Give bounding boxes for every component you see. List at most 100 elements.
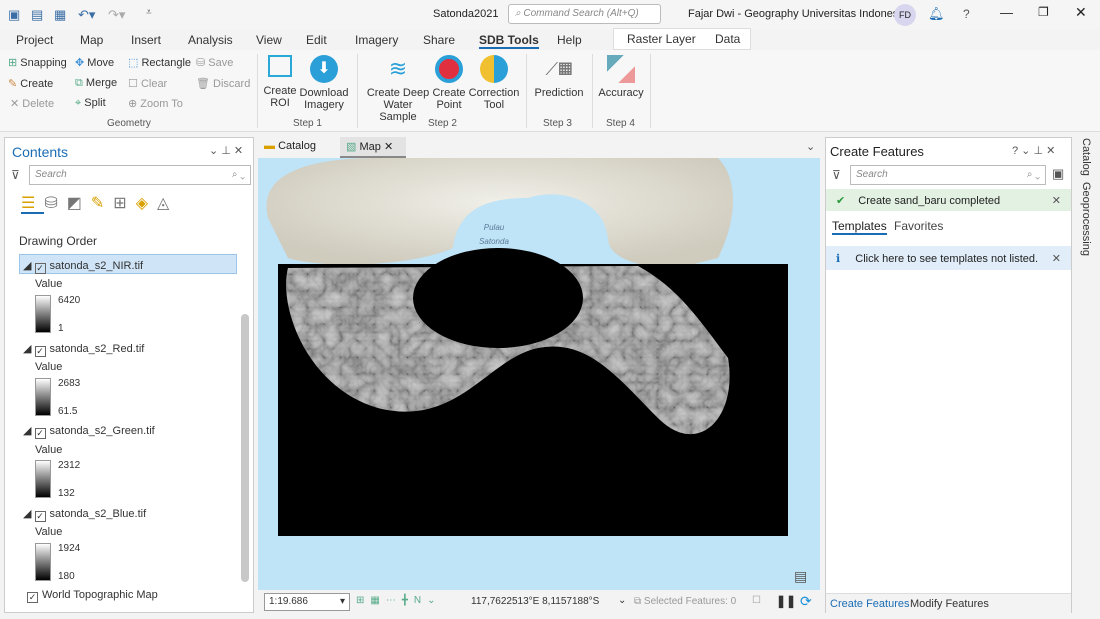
layer-checkbox[interactable]: ✓: [27, 592, 38, 603]
rectangle-button[interactable]: ⬚ Rectangle: [128, 56, 191, 69]
tab-label: Map: [359, 141, 381, 153]
expand-icon[interactable]: ◢: [23, 425, 31, 437]
tab-map[interactable]: Map: [80, 33, 103, 47]
create-button[interactable]: ✎ Create: [8, 77, 53, 90]
minimize-icon[interactable]: —: [1000, 5, 1013, 20]
refresh-settings-icon[interactable]: ☐: [752, 595, 761, 606]
tab-view[interactable]: View: [256, 33, 282, 47]
expand-icon[interactable]: ◢: [23, 508, 31, 520]
labeling-icon[interactable]: ◈: [136, 195, 157, 212]
tab-raster-layer[interactable]: Raster Layer: [627, 32, 696, 46]
drawing-order-icon[interactable]: ☰: [21, 195, 45, 214]
snapping-list-icon[interactable]: ⊞: [113, 195, 135, 212]
zoom-to-button[interactable]: ⊕ Zoom To: [128, 97, 183, 110]
tab-edit[interactable]: Edit: [306, 33, 327, 47]
close-icon[interactable]: ✕: [1075, 4, 1087, 21]
save-edits-button[interactable]: ⛁ Save: [196, 56, 233, 69]
prediction-button[interactable]: ⟋▦ Prediction: [533, 55, 585, 99]
move-button[interactable]: ✥ Move: [75, 56, 114, 69]
title-bar: ▣ ▤ ▦ ↶▾ ↷▾ ⩡ Satonda2021 ⌕ Command Sear…: [0, 0, 1100, 30]
manage-templates-icon[interactable]: ▣: [1052, 166, 1064, 182]
merge-button[interactable]: ⧉ Merge: [75, 77, 117, 90]
layer-checkbox[interactable]: ✓: [34, 346, 46, 357]
editing-icon[interactable]: ✎: [91, 195, 113, 212]
create-deep-water-sample-button[interactable]: ≋ Create Deep Water Sample: [365, 55, 431, 123]
correction-tool-button[interactable]: Correction Tool: [468, 55, 520, 111]
download-imagery-button[interactable]: ⬇ Download Imagery: [298, 55, 350, 111]
tab-create-features[interactable]: Create Features: [830, 598, 909, 610]
scale-selector[interactable]: 1:19.686 ▾: [264, 593, 350, 611]
tab-templates[interactable]: Templates: [832, 219, 887, 235]
view-tab-catalog[interactable]: ▬ Catalog: [258, 137, 338, 157]
discard-button[interactable]: 🗑︎ Discard: [196, 77, 250, 90]
layer-checkbox[interactable]: ✓: [34, 428, 46, 439]
selection-icon[interactable]: ◩: [67, 195, 91, 212]
tab-analysis[interactable]: Analysis: [188, 33, 233, 47]
refresh-icon[interactable]: ⟳: [800, 593, 812, 610]
pane-options-icon[interactable]: ⌄ ⊥ ✕: [209, 144, 243, 157]
customize-icon[interactable]: ⩡: [146, 7, 152, 18]
side-tab-geoprocessing[interactable]: Geoprocessing: [1080, 182, 1092, 256]
data-source-icon[interactable]: ⛁: [44, 195, 66, 212]
restore-icon[interactable]: ❐: [1038, 5, 1049, 19]
filter-icon[interactable]: ⊽: [832, 168, 841, 182]
command-search-input[interactable]: ⌕ Command Search (Alt+Q): [508, 4, 661, 24]
selected-features[interactable]: ⧉ Selected Features: 0: [634, 596, 736, 607]
accuracy-button[interactable]: Accuracy: [598, 55, 644, 99]
clear-button[interactable]: ☐ Clear: [128, 77, 167, 90]
contents-search-input[interactable]: Search ⌕ ⌄: [29, 165, 251, 185]
undo-icon[interactable]: ↶▾: [78, 7, 95, 23]
create-point-button[interactable]: Create Point: [432, 55, 466, 111]
chart-icon[interactable]: ◬: [157, 195, 178, 212]
open-project-icon[interactable]: ▤: [31, 7, 43, 23]
tab-project[interactable]: Project: [16, 33, 53, 47]
side-tab-catalog[interactable]: Catalog: [1080, 138, 1092, 176]
map-tools-icons[interactable]: ⊞▦⋯╋N⌄: [356, 595, 441, 606]
accuracy-icon: [607, 55, 635, 83]
color-ramp: [35, 295, 51, 333]
tab-data[interactable]: Data: [715, 32, 740, 46]
layer-nir[interactable]: ◢ ✓ satonda_s2_NIR.tif: [23, 259, 143, 274]
tab-imagery[interactable]: Imagery: [355, 33, 398, 47]
layer-checkbox[interactable]: ✓: [34, 511, 46, 522]
save-project-icon[interactable]: ▦: [54, 7, 66, 23]
delete-button[interactable]: ✕ Delete: [10, 97, 54, 110]
split-button[interactable]: ⌖ Split: [75, 97, 106, 110]
dismiss-icon[interactable]: ✕: [1052, 252, 1061, 265]
roi-polygon-icon: [268, 55, 292, 77]
pause-icon[interactable]: ❚❚: [776, 594, 796, 608]
contents-scrollbar[interactable]: [241, 314, 249, 582]
layer-green[interactable]: ◢ ✓ satonda_s2_Green.tif: [23, 424, 155, 439]
layer-checkbox[interactable]: ✓: [34, 263, 46, 274]
coords-dropdown-icon[interactable]: ⌄: [618, 595, 626, 606]
layer-red[interactable]: ◢ ✓ satonda_s2_Red.tif: [23, 342, 144, 357]
tab-sdb-tools[interactable]: SDB Tools: [479, 33, 539, 49]
templates-info-bar[interactable]: ℹ Click here to see templates not listed…: [826, 246, 1071, 270]
tab-favorites[interactable]: Favorites: [894, 219, 943, 233]
notification-icon[interactable]: 🔔︎: [928, 6, 945, 22]
filter-icon[interactable]: ⊽: [11, 168, 20, 182]
dismiss-icon[interactable]: ✕: [1052, 194, 1061, 207]
close-tab-icon[interactable]: ✕: [384, 141, 393, 153]
layer-blue[interactable]: ◢ ✓ satonda_s2_Blue.tif: [23, 507, 146, 522]
redo-icon[interactable]: ↷▾: [108, 7, 125, 23]
expand-icon[interactable]: ◢: [23, 260, 31, 272]
create-label: Create: [20, 78, 54, 90]
tab-modify-features[interactable]: Modify Features: [910, 598, 989, 610]
view-overflow-icon[interactable]: ⌄: [806, 140, 815, 153]
new-project-icon[interactable]: ▣: [8, 7, 20, 23]
map-notes-icon[interactable]: ▤: [794, 568, 807, 585]
expand-icon[interactable]: ◢: [23, 343, 31, 355]
tab-help[interactable]: Help: [557, 33, 582, 47]
help-icon[interactable]: ?: [963, 7, 970, 21]
tab-share[interactable]: Share: [423, 33, 455, 47]
templates-search-input[interactable]: Search ⌕ ⌄: [850, 165, 1046, 185]
snapping-button[interactable]: ⊞ Snapping: [8, 56, 67, 69]
create-roi-button[interactable]: Create ROI: [262, 55, 298, 109]
map-view[interactable]: Pulau Satonda ▤: [258, 158, 820, 590]
tab-insert[interactable]: Insert: [131, 33, 161, 47]
avatar[interactable]: FD: [894, 4, 916, 26]
view-tab-map[interactable]: ▧ Map ✕: [340, 137, 406, 158]
layer-basemap[interactable]: ✓ World Topographic Map: [27, 589, 158, 603]
pane-options-icon[interactable]: ? ⌄ ⊥ ✕: [1012, 144, 1055, 157]
